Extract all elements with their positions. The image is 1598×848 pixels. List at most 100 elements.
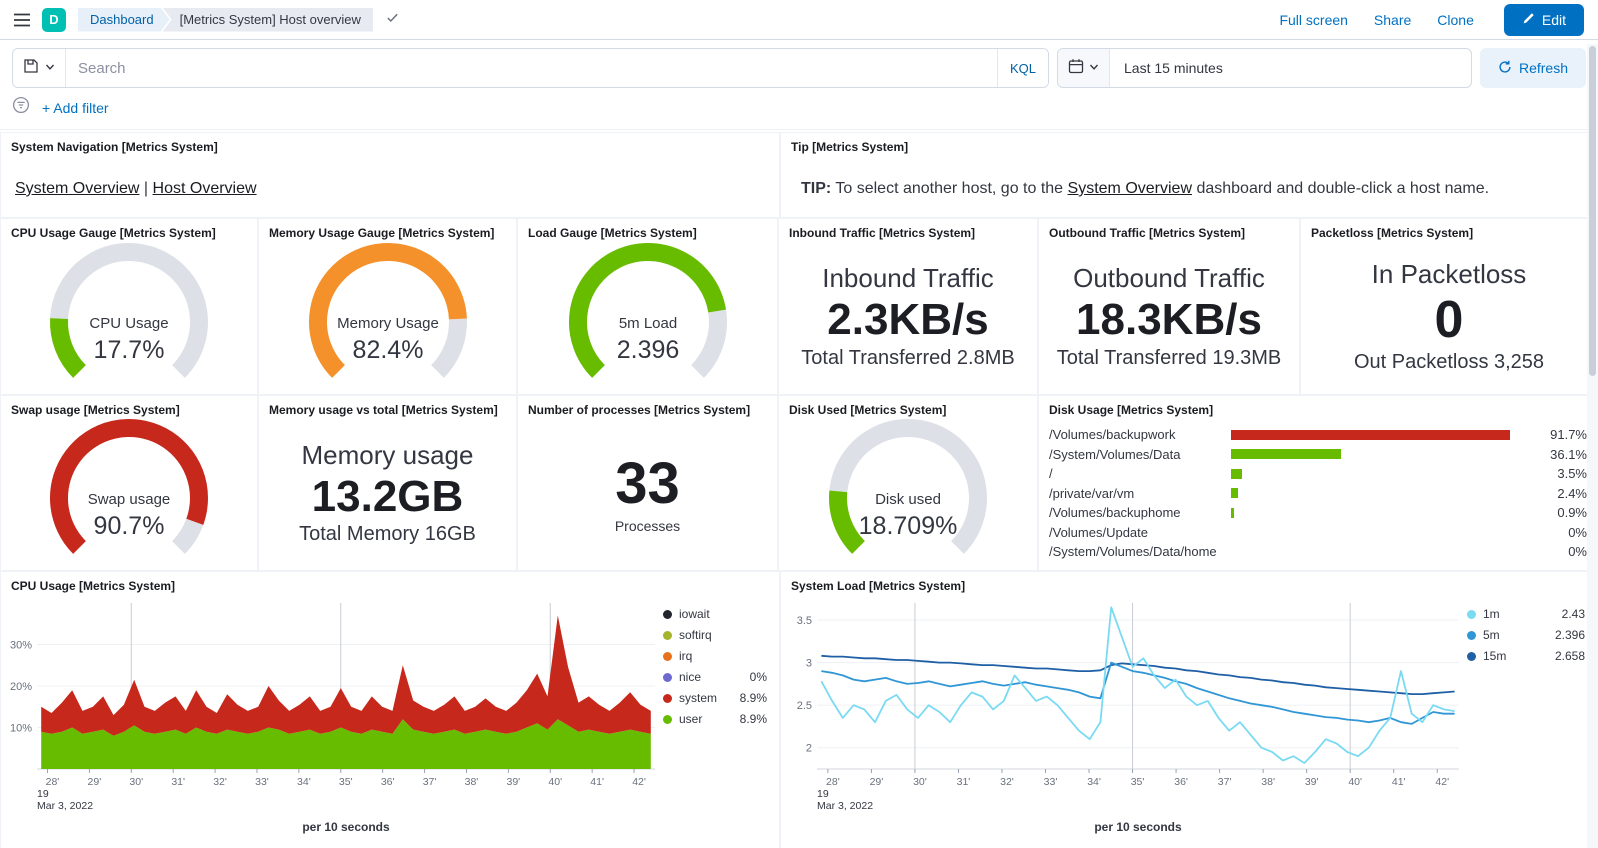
legend-label: 5m [1483,628,1500,642]
calendar-menu-button[interactable] [1058,49,1110,87]
panel-swap-usage: Swap usage [Metrics System] Swap usage90… [0,395,258,571]
share-link[interactable]: Share [1374,12,1411,28]
disk-usage-row: /Volumes/Update0% [1049,523,1587,543]
svg-text:41': 41' [590,776,604,788]
panel-title: CPU Usage [Metrics System] [1,572,779,593]
saved-query-menu-button[interactable] [13,49,66,87]
panel-cpu-usage-chart: CPU Usage [Metrics System] 10%20%30%28'2… [0,571,780,848]
panel-title: Memory usage vs total [Metrics System] [259,396,516,417]
legend-item-irq[interactable]: irq [663,649,767,663]
metric-subtitle: Total Transferred 2.8MB [801,347,1014,370]
svg-text:18.709%: 18.709% [859,512,958,540]
legend-value: 0% [750,670,767,684]
panel-load-gauge: Load Gauge [Metrics System] 5m Load2.396 [517,218,778,395]
system-load-chart[interactable]: 22.533.528'29'30'31'32'33'34'35'36'37'38… [783,595,1467,834]
legend-item-nice[interactable]: nice0% [663,670,767,684]
breadcrumb-current: [Metrics System] Host overview [163,8,373,32]
disk-pct: 0% [1535,525,1587,540]
add-filter-link[interactable]: + Add filter [42,100,109,116]
memory-total-metric: Memory usage 13.2GB Total Memory 16GB [259,417,516,569]
svg-text:32': 32' [213,776,227,788]
cpu-gauge: CPU Usage17.7% [1,240,257,393]
svg-text:40': 40' [1348,776,1362,788]
svg-text:2: 2 [806,743,812,755]
chart-body: 22.533.528'29'30'31'32'33'34'35'36'37'38… [781,593,1597,834]
svg-text:3: 3 [806,658,812,670]
cpu-usage-chart[interactable]: 10%20%30%28'29'30'31'32'33'34'35'36'37'3… [3,595,663,834]
svg-text:39': 39' [507,776,521,788]
svg-text:29': 29' [870,776,884,788]
legend-item-softirq[interactable]: softirq [663,628,767,642]
system-navigation-links: System Overview | Host Overview [1,154,779,198]
svg-text:19: 19 [817,788,829,800]
legend-item-15m[interactable]: 15m2.658 [1467,649,1585,663]
processes-metric: 33 Processes [518,417,777,569]
metric-label: In Packetloss [1372,259,1527,290]
legend-label: 1m [1483,607,1500,621]
metric-subtitle: Total Transferred 19.3MB [1057,347,1282,370]
menu-icon[interactable] [14,13,30,27]
svg-text:36': 36' [1174,776,1188,788]
panel-title: System Load [Metrics System] [781,572,1597,593]
metric-value: 13.2GB [312,473,464,521]
time-range-display[interactable]: Last 15 minutes [1110,49,1471,87]
svg-text:29': 29' [88,776,102,788]
svg-text:42': 42' [1435,776,1449,788]
vertical-scrollbar[interactable] [1587,44,1598,848]
top-header: D Dashboard [Metrics System] Host overvi… [0,0,1598,40]
search-input[interactable] [66,49,997,87]
panel-title: Inbound Traffic [Metrics System] [779,219,1037,240]
host-overview-link[interactable]: Host Overview [153,180,257,197]
legend-item-5m[interactable]: 5m2.396 [1467,628,1585,642]
svg-text:32': 32' [1000,776,1014,788]
svg-text:28': 28' [826,776,840,788]
disk-bar [1231,508,1535,518]
full-screen-link[interactable]: Full screen [1279,12,1347,28]
legend-item-system[interactable]: system8.9% [663,691,767,705]
svg-text:20%: 20% [10,681,32,693]
svg-text:Swap usage: Swap usage [88,491,171,508]
disk-usage-row: /System/Volumes/Data36.1% [1049,445,1587,465]
x-axis-label: per 10 seconds [783,820,1467,834]
legend-item-iowait[interactable]: iowait [663,607,767,621]
metric-value: 2.3KB/s [827,296,988,344]
panel-title: Load Gauge [Metrics System] [518,219,777,240]
metric-value: 33 [615,452,680,516]
disk-bar [1231,430,1535,440]
dashboard-grid: System Navigation [Metrics System] Syste… [0,130,1598,848]
breadcrumb-dashboard[interactable]: Dashboard [78,8,170,32]
metric-label: Outbound Traffic [1073,263,1265,294]
system-overview-link[interactable]: System Overview [15,180,139,197]
legend-label: 15m [1483,649,1506,663]
svg-text:34': 34' [1087,776,1101,788]
panel-inbound-traffic: Inbound Traffic [Metrics System] Inbound… [778,218,1038,395]
metric-label: Inbound Traffic [822,263,994,294]
kql-button[interactable]: KQL [997,49,1048,87]
panel-cpu-usage-gauge: CPU Usage Gauge [Metrics System] CPU Usa… [0,218,258,395]
filter-icon[interactable] [12,96,30,119]
edit-button[interactable]: Edit [1504,4,1584,36]
legend-value: 8.9% [740,691,767,705]
legend-color-dot [663,694,672,703]
refresh-icon [1498,60,1512,77]
disk-pct: 36.1% [1535,447,1587,462]
legend-item-1m[interactable]: 1m2.43 [1467,607,1585,621]
disk-bar [1231,527,1535,537]
svg-text:34': 34' [297,776,311,788]
disk-path: /private/var/vm [1049,486,1231,501]
legend-color-dot [663,715,672,724]
legend-color-dot [1467,610,1476,619]
space-logo[interactable]: D [42,8,66,32]
scrollbar-thumb[interactable] [1589,46,1596,376]
disk-bar [1231,488,1535,498]
pencil-icon [1522,12,1535,28]
tip-system-overview-link[interactable]: System Overview [1068,180,1192,197]
svg-text:31': 31' [171,776,185,788]
clone-link[interactable]: Clone [1437,12,1474,28]
disk-bar [1231,469,1535,479]
legend-item-user[interactable]: user8.9% [663,712,767,726]
calendar-icon [1068,58,1084,79]
panel-title: Disk Usage [Metrics System] [1039,396,1597,417]
disk-usage-row: /Volumes/backupwork91.7% [1049,425,1587,445]
refresh-button[interactable]: Refresh [1480,48,1586,88]
